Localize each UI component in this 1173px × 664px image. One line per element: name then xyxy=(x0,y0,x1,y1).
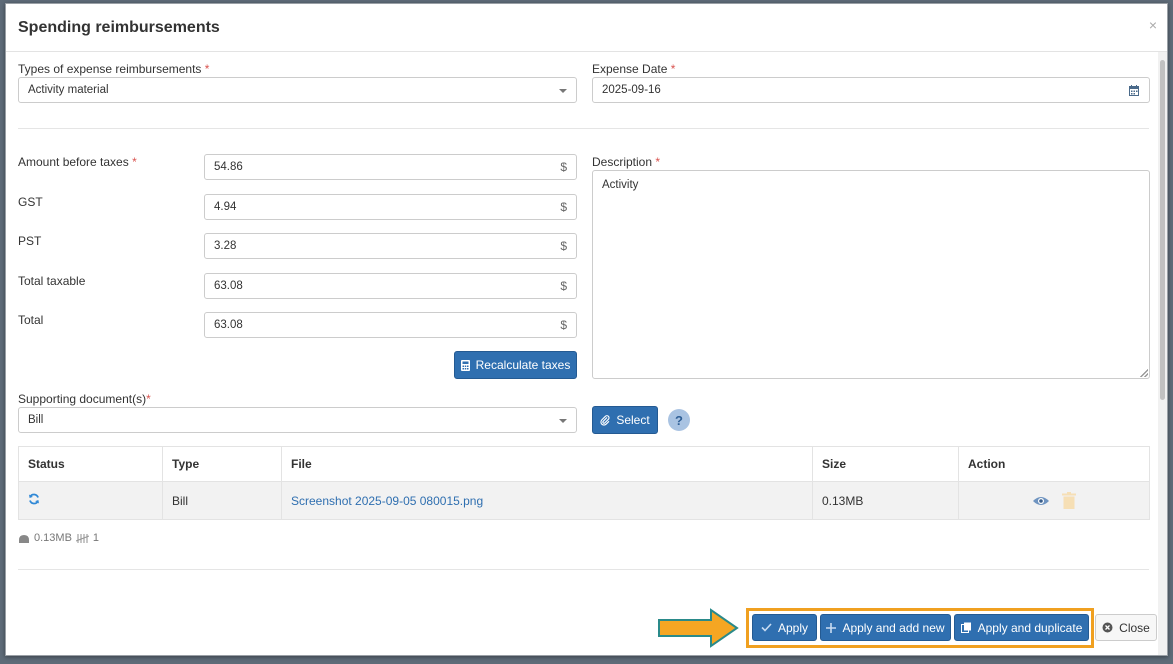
expense-type-value: Activity material xyxy=(28,84,109,96)
eye-icon[interactable] xyxy=(1032,495,1050,507)
pst-label: PST xyxy=(18,234,42,248)
total-input[interactable]: 63.08 $ xyxy=(204,312,577,338)
paperclip-icon xyxy=(600,414,610,426)
file-cell: Screenshot 2025-09-05 080015.png xyxy=(281,481,813,520)
gst-value: 4.94 xyxy=(214,201,237,213)
supporting-docs-label: Supporting document(s)* xyxy=(18,392,151,406)
tally-icon xyxy=(75,533,89,543)
size-cell: 0.13MB xyxy=(812,481,959,520)
column-header-file: File xyxy=(281,446,813,482)
chevron-down-icon xyxy=(559,419,567,423)
select-file-button[interactable]: Select xyxy=(592,406,658,434)
supporting-docs-value: Bill xyxy=(28,414,44,426)
supporting-docs-select[interactable]: Bill xyxy=(18,407,577,433)
total-size-text: 0.13MB xyxy=(34,532,72,544)
scrollbar-thumb[interactable] xyxy=(1160,60,1165,400)
dollar-icon: $ xyxy=(560,318,567,332)
status-cell xyxy=(18,481,163,520)
table-row: Bill Screenshot 2025-09-05 080015.png 0.… xyxy=(18,481,1150,520)
description-label: Description * xyxy=(592,155,661,169)
apply-label: Apply xyxy=(777,620,809,635)
total-label: Total xyxy=(18,313,44,327)
column-header-type: Type xyxy=(162,446,282,482)
column-header-status: Status xyxy=(18,446,163,482)
apply-and-add-new-button[interactable]: Apply and add new xyxy=(820,614,951,641)
documents-table: Status Type File Size Action Bill Screen… xyxy=(18,446,1150,520)
expense-date-label: Expense Date * xyxy=(592,62,676,76)
calculator-icon xyxy=(460,359,470,371)
recalculate-taxes-button[interactable]: Recalculate taxes xyxy=(454,351,577,379)
footer-divider xyxy=(18,569,1149,570)
description-value: Activity xyxy=(602,179,639,191)
calendar-icon[interactable] xyxy=(1129,85,1139,96)
expense-type-label: Types of expense reimbursements * xyxy=(18,62,210,76)
gst-input[interactable]: 4.94 $ xyxy=(204,194,577,220)
sync-icon xyxy=(29,493,39,505)
close-button[interactable]: Close xyxy=(1095,614,1157,641)
amount-before-taxes-label: Amount before taxes * xyxy=(18,155,137,169)
file-count-text: 1 xyxy=(92,532,100,544)
column-header-size: Size xyxy=(812,446,959,482)
modal-header: Spending reimbursements × xyxy=(6,4,1167,52)
dollar-icon: $ xyxy=(560,200,567,214)
scrollbar[interactable] xyxy=(1158,52,1167,655)
help-icon[interactable]: ? xyxy=(668,409,690,431)
close-circle-icon xyxy=(1102,622,1113,633)
pst-value: 3.28 xyxy=(214,240,237,252)
trash-icon[interactable] xyxy=(1062,492,1076,509)
upload-summary: 0.13MB 1 xyxy=(18,532,99,544)
amount-before-taxes-input[interactable]: 54.86 $ xyxy=(204,154,577,180)
expense-date-input[interactable]: 2025-09-16 xyxy=(592,77,1150,103)
apply-and-duplicate-button[interactable]: Apply and duplicate xyxy=(954,614,1089,641)
pst-input[interactable]: 3.28 $ xyxy=(204,233,577,259)
total-taxable-input[interactable]: 63.08 $ xyxy=(204,273,577,299)
dollar-icon: $ xyxy=(560,279,567,293)
dollar-icon: $ xyxy=(560,160,567,174)
copy-icon xyxy=(960,622,971,633)
table-header-row: Status Type File Size Action xyxy=(18,446,1150,482)
file-link[interactable]: Screenshot 2025-09-05 080015.png xyxy=(291,494,483,508)
apply-and-add-new-label: Apply and add new xyxy=(842,620,945,635)
amount-before-taxes-value: 54.86 xyxy=(214,161,243,173)
gst-label: GST xyxy=(18,195,43,209)
expense-type-select[interactable]: Activity material xyxy=(18,77,577,103)
description-textarea[interactable]: Activity xyxy=(592,170,1150,379)
apply-button[interactable]: Apply xyxy=(752,614,817,641)
recalculate-taxes-label: Recalculate taxes xyxy=(475,358,571,372)
type-cell: Bill xyxy=(162,481,282,520)
close-icon[interactable]: × xyxy=(1149,17,1157,33)
chevron-down-icon xyxy=(559,89,567,93)
plus-icon xyxy=(826,622,837,633)
arrow-icon xyxy=(658,608,739,648)
reimbursement-modal: Spending reimbursements × Types of expen… xyxy=(5,3,1168,656)
total-value: 63.08 xyxy=(214,319,243,331)
column-header-action: Action xyxy=(958,446,1150,482)
modal-title: Spending reimbursements xyxy=(18,19,220,36)
total-taxable-label: Total taxable xyxy=(18,274,86,288)
dollar-icon: $ xyxy=(560,239,567,253)
check-icon xyxy=(761,623,772,632)
divider xyxy=(18,128,1149,129)
expense-date-value: 2025-09-16 xyxy=(602,84,661,96)
action-cell xyxy=(958,481,1150,520)
cloud-icon xyxy=(19,534,29,543)
resize-handle[interactable] xyxy=(1140,369,1148,377)
apply-and-duplicate-label: Apply and duplicate xyxy=(977,620,1083,635)
select-label: Select xyxy=(616,413,650,427)
total-taxable-value: 63.08 xyxy=(214,280,243,292)
close-label: Close xyxy=(1119,620,1150,635)
